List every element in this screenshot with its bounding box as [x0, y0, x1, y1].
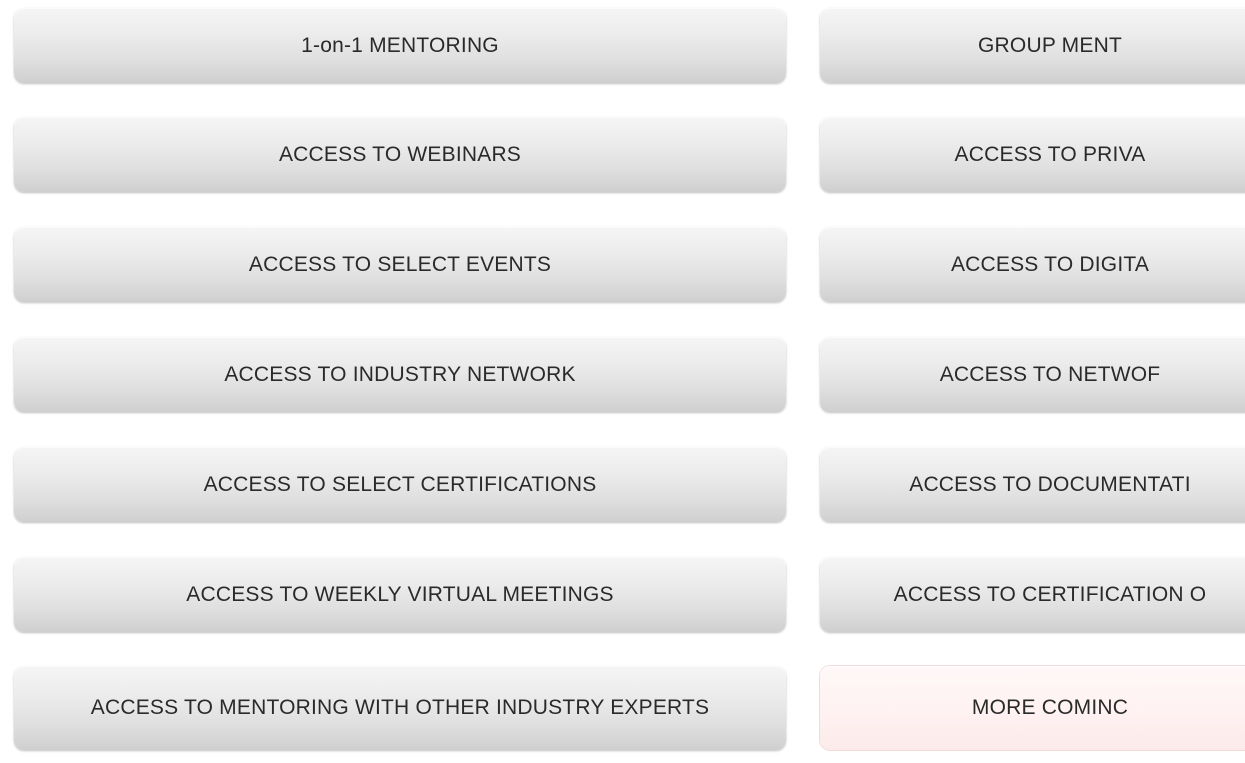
benefit-label: ACCESS TO DOCUMENTATI: [909, 472, 1191, 496]
benefit-label: ACCESS TO PRIVA: [954, 142, 1146, 166]
benefit-button-mentoring-industry-experts[interactable]: ACCESS TO MENTORING WITH OTHER INDUSTRY …: [14, 666, 786, 750]
benefit-button-private[interactable]: ACCESS TO PRIVA: [820, 117, 1245, 192]
benefit-button-digital[interactable]: ACCESS TO DIGITA: [820, 227, 1245, 302]
benefit-label: ACCESS TO NETWOF: [939, 362, 1161, 386]
benefit-button-industry-network[interactable]: ACCESS TO INDUSTRY NETWORK: [14, 337, 786, 412]
benefit-button-certification[interactable]: ACCESS TO CERTIFICATION O: [820, 557, 1245, 632]
benefit-label: ACCESS TO CERTIFICATION O: [893, 582, 1207, 606]
benefit-label: ACCESS TO MENTORING WITH OTHER INDUSTRY …: [90, 696, 710, 719]
benefit-label: ACCESS TO DIGITA: [950, 252, 1150, 276]
benefit-label: GROUP MENT: [978, 33, 1122, 57]
benefit-label: ACCESS TO INDUSTRY NETWORK: [224, 362, 576, 386]
more-coming-soon-badge: MORE COMINC: [820, 666, 1245, 750]
benefit-label: ACCESS TO WEBINARS: [278, 142, 522, 166]
benefit-button-network[interactable]: ACCESS TO NETWOF: [820, 337, 1245, 412]
benefit-button-weekly-virtual-meetings[interactable]: ACCESS TO WEEKLY VIRTUAL MEETINGS: [14, 557, 786, 632]
benefit-button-1on1-mentoring[interactable]: 1-on-1 MENTORING: [14, 8, 786, 83]
benefit-label: ACCESS TO SELECT EVENTS: [248, 252, 552, 276]
benefit-button-select-certifications[interactable]: ACCESS TO SELECT CERTIFICATIONS: [14, 447, 786, 522]
benefit-button-group-mentoring[interactable]: GROUP MENT: [820, 8, 1245, 83]
benefit-button-webinars[interactable]: ACCESS TO WEBINARS: [14, 117, 786, 192]
benefit-label: ACCESS TO WEEKLY VIRTUAL MEETINGS: [186, 582, 614, 606]
benefit-label: 1-on-1 MENTORING: [301, 33, 499, 57]
benefit-label: ACCESS TO SELECT CERTIFICATIONS: [203, 472, 597, 496]
benefit-button-select-events[interactable]: ACCESS TO SELECT EVENTS: [14, 227, 786, 302]
benefit-label: MORE COMINC: [971, 696, 1129, 719]
benefit-button-documentation[interactable]: ACCESS TO DOCUMENTATI: [820, 447, 1245, 522]
